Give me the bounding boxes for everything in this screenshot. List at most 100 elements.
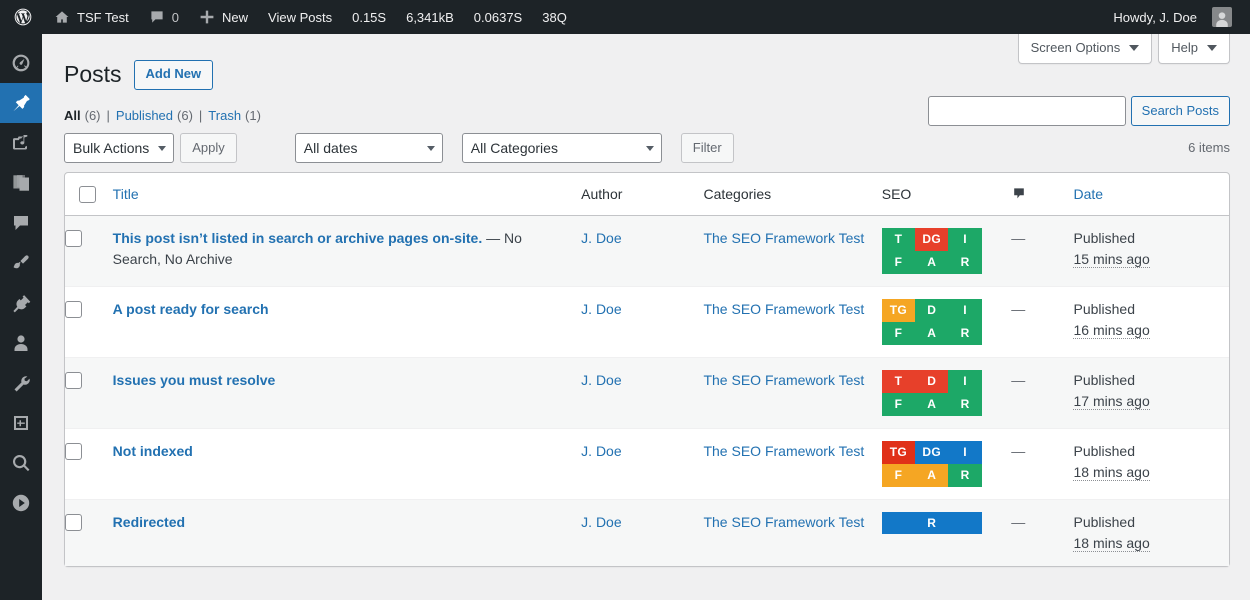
sidebar-item-posts[interactable]	[0, 83, 50, 123]
collapse-menu-button[interactable]	[0, 483, 42, 523]
post-author-cell: J. Doe	[581, 498, 704, 566]
my-account-menu[interactable]: Howdy, J. Doe	[1103, 0, 1242, 34]
view-published-link[interactable]: Published	[116, 108, 173, 123]
add-new-button[interactable]: Add New	[133, 60, 214, 90]
sidebar-item-media[interactable]	[0, 123, 42, 163]
row-checkbox[interactable]	[65, 301, 82, 319]
comments-bubble-button[interactable]: 0	[139, 0, 189, 34]
post-title-link[interactable]: Redirected	[113, 514, 185, 530]
post-category-link[interactable]: The SEO Framework Test	[703, 372, 864, 388]
seo-badge-i[interactable]: I	[948, 298, 982, 322]
row-checkbox[interactable]	[65, 443, 82, 461]
post-category-link[interactable]: The SEO Framework Test	[703, 230, 864, 246]
seo-badge-a[interactable]: A	[915, 250, 949, 274]
sidebar-item-users[interactable]	[0, 323, 42, 363]
post-date-timestamp: 15 mins ago	[1073, 250, 1150, 268]
view-all[interactable]: All (6) |	[64, 108, 116, 123]
seo-badge-r[interactable]: R	[948, 321, 982, 345]
post-date-cell: Published 18 mins ago	[1073, 498, 1229, 566]
post-author-cell: J. Doe	[581, 285, 704, 357]
sidebar-item-pages[interactable]	[0, 163, 42, 203]
post-title-link[interactable]: Issues you must resolve	[113, 372, 276, 388]
seo-badge-d[interactable]: D	[915, 369, 949, 393]
view-trash[interactable]: Trash (1)	[208, 108, 261, 123]
search-posts-button[interactable]: Search Posts	[1130, 96, 1230, 126]
seo-badge-f[interactable]: F	[881, 392, 916, 416]
table-row: This post isn’t listed in search or arch…	[65, 215, 1229, 286]
post-author-link[interactable]: J. Doe	[581, 443, 621, 459]
site-name-label: TSF Test	[77, 9, 129, 25]
seo-badge-dg[interactable]: DG	[915, 227, 949, 251]
seo-badge-i[interactable]: I	[948, 227, 982, 251]
sidebar-item-plugins[interactable]	[0, 283, 42, 323]
seo-badge-a[interactable]: A	[915, 321, 949, 345]
seo-badge-f[interactable]: F	[881, 321, 916, 345]
category-filter-select[interactable]: All Categories	[461, 132, 662, 163]
comments-count: —	[1011, 442, 1026, 459]
seo-badge-a[interactable]: A	[915, 463, 949, 487]
post-category-link[interactable]: The SEO Framework Test	[703, 301, 864, 317]
post-author-link[interactable]: J. Doe	[581, 301, 621, 317]
sidebar-item-comments[interactable]	[0, 203, 42, 243]
apply-button[interactable]: Apply	[180, 132, 237, 163]
wordpress-logo-button[interactable]	[0, 0, 44, 34]
seo-badge-tg[interactable]: TG	[881, 298, 916, 322]
seo-badge-f[interactable]: F	[881, 463, 916, 487]
seo-badge-dg[interactable]: DG	[915, 440, 949, 464]
sort-date-link[interactable]: Date	[1073, 186, 1103, 202]
post-comments-cell: —	[1011, 356, 1074, 428]
seo-badge-i[interactable]: I	[948, 369, 982, 393]
sidebar-item-settings[interactable]	[0, 403, 42, 443]
post-date-status: Published	[1073, 513, 1135, 530]
seo-badge-d[interactable]: D	[915, 298, 949, 322]
post-category-link[interactable]: The SEO Framework Test	[703, 443, 864, 459]
post-author-link[interactable]: J. Doe	[581, 372, 621, 388]
column-header-author: Author	[581, 173, 704, 216]
row-checkbox[interactable]	[65, 514, 82, 532]
seo-badge-r[interactable]: R	[948, 250, 982, 274]
row-checkbox[interactable]	[65, 372, 82, 390]
sidebar-item-dashboard[interactable]	[0, 43, 42, 83]
user-icon	[11, 333, 31, 353]
sidebar-item-seo[interactable]	[0, 443, 42, 483]
view-posts-link[interactable]: View Posts	[258, 0, 342, 34]
seo-badge-t[interactable]: T	[881, 369, 916, 393]
bulk-actions-select[interactable]: Bulk Actions	[64, 132, 175, 163]
post-title-link[interactable]: A post ready for search	[113, 301, 269, 317]
chevron-down-icon	[426, 145, 435, 151]
search-box: Search Posts	[927, 96, 1230, 126]
seo-badge-r[interactable]: R	[948, 392, 982, 416]
search-input[interactable]	[927, 96, 1126, 126]
sort-title-link[interactable]: Title	[113, 186, 139, 202]
filter-button[interactable]: Filter	[680, 132, 734, 163]
post-author-link[interactable]: J. Doe	[581, 514, 621, 530]
seo-badge-tg[interactable]: TG	[881, 440, 916, 464]
plus-icon	[199, 9, 215, 25]
seo-badge-f[interactable]: F	[881, 250, 916, 274]
view-published-count: (6)	[177, 107, 193, 123]
view-all-link[interactable]: All	[64, 108, 81, 123]
bulk-actions-value: Bulk Actions	[73, 139, 150, 156]
post-title-link[interactable]: This post isn’t listed in search or arch…	[113, 230, 483, 246]
column-header-date[interactable]: Date	[1073, 173, 1229, 216]
site-name-menu[interactable]: TSF Test	[44, 0, 139, 34]
date-filter-select[interactable]: All dates	[294, 132, 443, 163]
seo-badge-a[interactable]: A	[915, 392, 949, 416]
select-all-checkbox[interactable]	[79, 185, 96, 203]
column-header-title[interactable]: Title	[112, 173, 582, 216]
sidebar-item-appearance[interactable]	[0, 243, 42, 283]
post-author-link[interactable]: J. Doe	[581, 230, 621, 246]
seo-badge-i[interactable]: I	[948, 440, 982, 464]
view-trash-link[interactable]: Trash	[208, 108, 241, 123]
post-date-status: Published	[1073, 300, 1135, 317]
view-published[interactable]: Published (6) |	[116, 108, 208, 123]
new-content-menu[interactable]: New	[189, 0, 258, 34]
post-category-link[interactable]: The SEO Framework Test	[703, 514, 864, 530]
seo-badge-r[interactable]: R	[881, 511, 982, 534]
seo-badge-t[interactable]: T	[881, 227, 916, 251]
post-title-link[interactable]: Not indexed	[113, 443, 193, 459]
row-checkbox[interactable]	[65, 230, 82, 248]
seo-badge-r[interactable]: R	[948, 463, 982, 487]
sidebar-item-tools[interactable]	[0, 363, 42, 403]
home-icon	[54, 9, 70, 25]
